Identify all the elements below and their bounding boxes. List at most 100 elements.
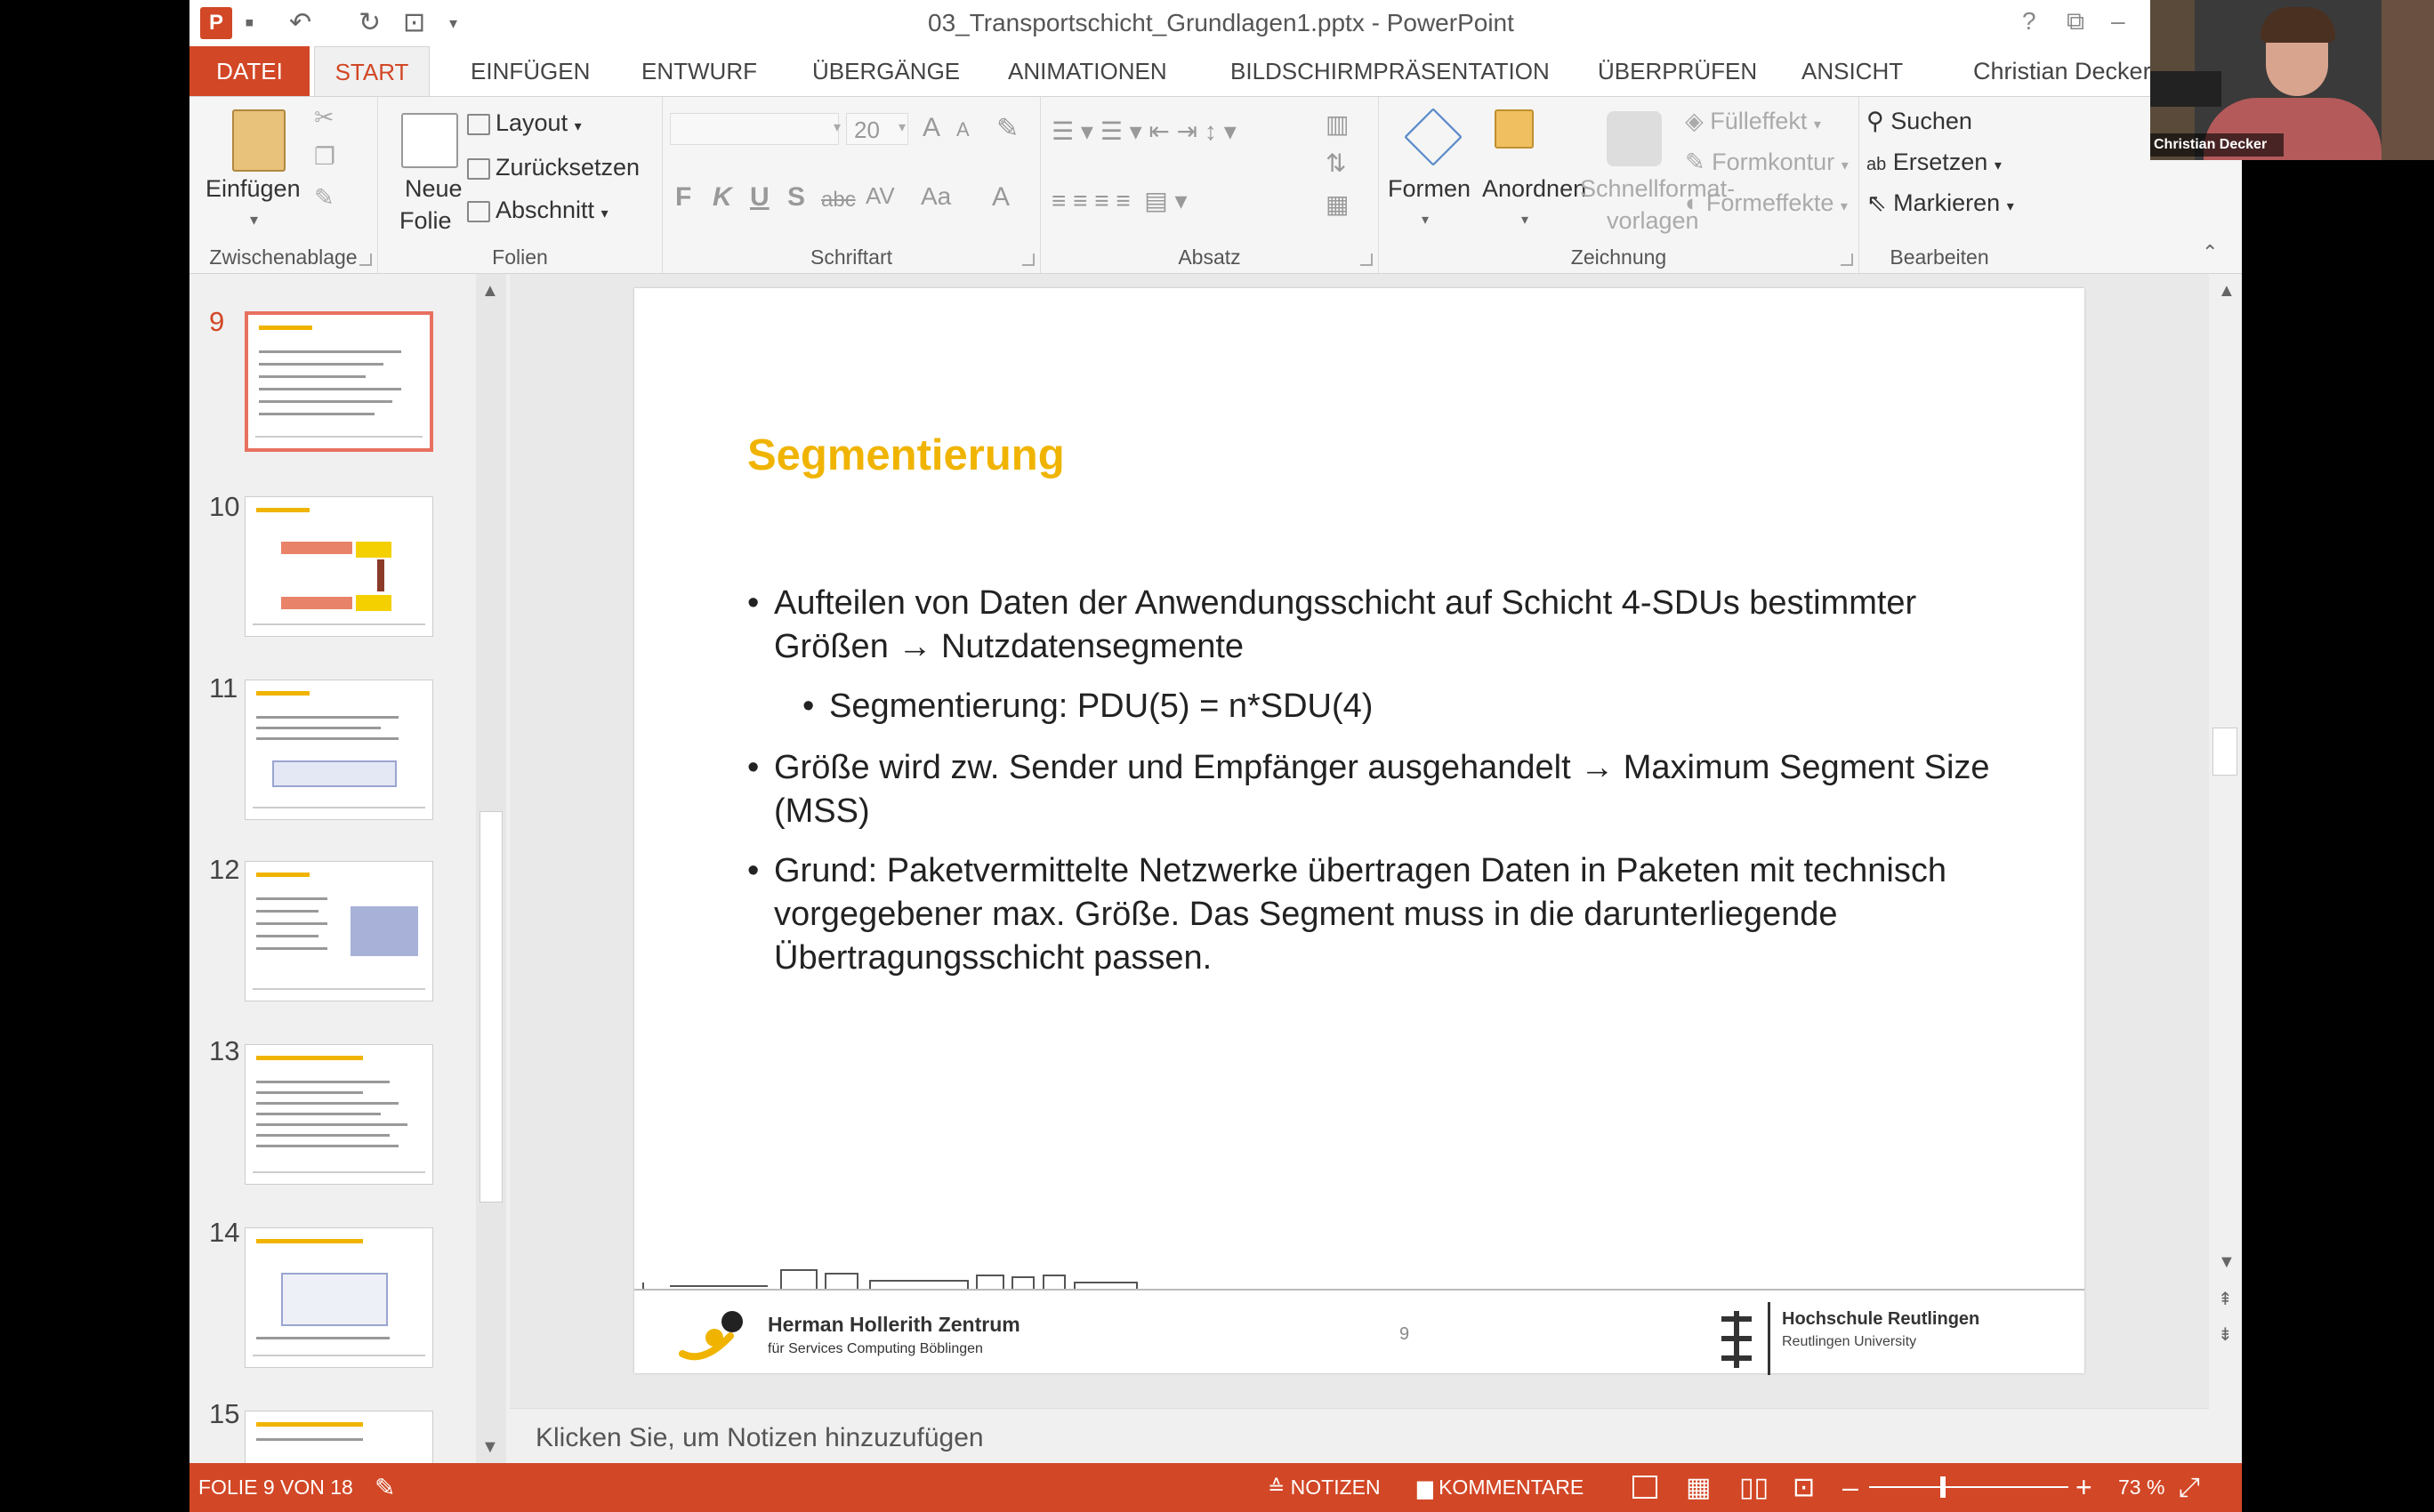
shadow-button[interactable]: S xyxy=(787,182,805,213)
replace-dropdown-icon[interactable]: ▾ xyxy=(1995,158,2002,173)
user-account[interactable]: Christian Decker xyxy=(1973,46,2151,97)
tab-file[interactable]: DATEI xyxy=(189,46,310,97)
text-direction-icon[interactable]: ⇅ xyxy=(1326,149,1346,178)
powerpoint-logo-icon[interactable]: P xyxy=(200,7,232,39)
notes-button[interactable]: ≙ NOTIZEN xyxy=(1268,1463,1381,1512)
slide-thumbnail[interactable] xyxy=(245,680,433,820)
grow-font-icon[interactable]: A xyxy=(923,113,940,143)
shrink-font-icon[interactable]: A xyxy=(956,118,970,141)
section-button[interactable]: Abschnitt xyxy=(496,197,594,223)
tab-design[interactable]: ENTWURF xyxy=(641,46,757,97)
replace-button[interactable]: Ersetzen xyxy=(1893,149,1988,175)
list-buttons-row[interactable]: ☰ ▾ ☰ ▾ ⇤ ⇥ ↕ ▾ xyxy=(1052,117,1237,146)
thumbnail-scrollbar[interactable]: ▲ ▼ xyxy=(476,274,506,1463)
smartart-icon[interactable]: ▦ xyxy=(1326,189,1349,219)
paste-button[interactable]: Einfügen xyxy=(206,175,301,203)
paragraph-dialog-launcher-icon[interactable] xyxy=(1360,253,1373,266)
zoom-out-icon[interactable]: – xyxy=(1842,1463,1858,1512)
bold-button[interactable]: F xyxy=(675,182,691,213)
save-icon[interactable]: ▪ xyxy=(245,7,254,39)
notes-pane[interactable]: Klicken Sie, um Notizen hinzuzufügen xyxy=(510,1408,2209,1463)
new-slide-button-line2[interactable]: Folie xyxy=(399,207,452,235)
shape-fill-button[interactable]: Fülleffekt xyxy=(1710,108,1807,134)
find-button[interactable]: Suchen xyxy=(1890,108,1972,134)
clipboard-dialog-launcher-icon[interactable] xyxy=(359,253,372,266)
tab-view[interactable]: ANSICHT xyxy=(1801,46,1903,97)
section-dropdown-icon[interactable]: ▾ xyxy=(601,206,608,221)
scrollbar-thumb[interactable] xyxy=(480,811,503,1202)
zoom-slider-handle[interactable] xyxy=(1940,1476,1946,1498)
font-color-button[interactable]: A xyxy=(992,182,1010,213)
slideshow-view-icon[interactable]: ⊡ xyxy=(1793,1463,1815,1512)
next-slide-icon[interactable]: ⇟ xyxy=(2218,1323,2233,1346)
tab-review[interactable]: ÜBERPRÜFEN xyxy=(1598,46,1757,97)
alignment-buttons-row[interactable]: ≡ ≡ ≡ ≡ ▤ ▾ xyxy=(1052,186,1188,215)
copy-icon[interactable]: ❐ xyxy=(314,143,335,171)
slide-title[interactable]: Segmentierung xyxy=(747,430,1065,480)
collapse-ribbon-icon[interactable]: ⌃ xyxy=(2202,241,2218,264)
slide-thumbnail[interactable] xyxy=(245,861,433,1001)
zoom-in-icon[interactable]: + xyxy=(2075,1463,2092,1512)
paste-dropdown-icon[interactable]: ▾ xyxy=(250,211,258,229)
slide-sorter-icon[interactable]: ▦ xyxy=(1686,1463,1711,1512)
font-name-dropdown-icon[interactable]: ▾ xyxy=(834,118,841,136)
fit-to-window-icon[interactable]: ⤢ xyxy=(2179,1463,2200,1512)
tab-animations[interactable]: ANIMATIONEN xyxy=(1008,46,1167,97)
character-spacing-button[interactable]: AV xyxy=(866,182,895,210)
shape-effects-dropdown-icon[interactable]: ▾ xyxy=(1841,199,1848,214)
font-name-field[interactable] xyxy=(670,113,839,145)
arrange-dropdown-icon[interactable]: ▾ xyxy=(1521,211,1528,229)
shape-outline-dropdown-icon[interactable]: ▾ xyxy=(1842,158,1849,173)
strikethrough-button[interactable]: abc xyxy=(821,188,856,213)
shape-outline-button[interactable]: Formkontur xyxy=(1712,149,1834,175)
shapes-dropdown-icon[interactable]: ▾ xyxy=(1422,211,1429,229)
ribbon-display-icon[interactable]: ⧉ xyxy=(2067,7,2084,36)
redo-icon[interactable]: ↻ xyxy=(359,7,381,39)
shape-fill-dropdown-icon[interactable]: ▾ xyxy=(1814,117,1821,133)
zoom-slider-track[interactable] xyxy=(1869,1486,2068,1488)
layout-dropdown-icon[interactable]: ▾ xyxy=(575,119,582,134)
font-size-dropdown-icon[interactable]: ▾ xyxy=(899,118,906,136)
reading-view-icon[interactable]: ▯▯ xyxy=(1739,1463,1769,1512)
slide-thumbnail[interactable] xyxy=(245,496,433,637)
underline-button[interactable]: U xyxy=(750,182,770,213)
customize-qat-icon[interactable]: ▾ xyxy=(449,7,457,39)
shapes-button[interactable]: Formen xyxy=(1388,175,1471,203)
scroll-down-icon[interactable]: ▼ xyxy=(481,1437,499,1458)
start-from-beginning-icon[interactable]: ⊡ xyxy=(403,7,425,39)
slide-scrollbar[interactable]: ▲ ▼ ⇞ ⇟ xyxy=(2209,274,2242,1463)
tab-slideshow[interactable]: BILDSCHIRMPRÄSENTATION xyxy=(1230,46,1550,97)
text-columns-icon[interactable]: ▥ xyxy=(1326,109,1349,139)
arrange-button[interactable]: Anordnen xyxy=(1482,175,1586,203)
tab-transitions[interactable]: ÜBERGÄNGE xyxy=(812,46,960,97)
comments-button[interactable]: ▆ KOMMENTARE xyxy=(1417,1463,1584,1512)
scroll-down-icon[interactable]: ▼ xyxy=(2218,1252,2236,1273)
normal-view-icon[interactable] xyxy=(1632,1476,1657,1499)
scroll-up-icon[interactable]: ▲ xyxy=(2218,281,2236,302)
new-slide-button-line1[interactable]: Neue xyxy=(405,175,463,203)
clear-formatting-icon[interactable]: ✎ xyxy=(996,113,1019,144)
slide-body[interactable]: Aufteilen von Daten der Anwendungsschich… xyxy=(747,582,2011,996)
shape-effects-button[interactable]: Formeffekte xyxy=(1706,189,1834,216)
italic-button[interactable]: K xyxy=(713,182,732,213)
cut-icon[interactable]: ✂ xyxy=(314,104,334,132)
change-case-button[interactable]: Aa xyxy=(921,182,951,211)
format-painter-icon[interactable]: ✎ xyxy=(314,184,334,212)
spellcheck-icon[interactable]: ✎ xyxy=(375,1463,395,1512)
help-icon[interactable]: ? xyxy=(2022,7,2036,36)
scrollbar-thumb[interactable] xyxy=(2212,728,2237,776)
tab-insert[interactable]: EINFÜGEN xyxy=(471,46,590,97)
previous-slide-icon[interactable]: ⇞ xyxy=(2218,1288,2233,1310)
reset-button[interactable]: Zurücksetzen xyxy=(496,154,640,181)
tab-start[interactable]: START xyxy=(314,46,430,97)
layout-button[interactable]: Layout xyxy=(496,109,568,136)
slide-thumbnail[interactable] xyxy=(245,1044,433,1185)
select-dropdown-icon[interactable]: ▾ xyxy=(2007,199,2014,214)
scroll-up-icon[interactable]: ▲ xyxy=(481,281,499,302)
slide-thumbnail[interactable] xyxy=(245,1227,433,1368)
drawing-dialog-launcher-icon[interactable] xyxy=(1841,253,1853,266)
minimize-icon[interactable]: – xyxy=(2111,7,2125,36)
zoom-level[interactable]: 73 % xyxy=(2118,1463,2164,1512)
slide-canvas[interactable]: Segmentierung Aufteilen von Daten der An… xyxy=(634,288,2084,1375)
undo-icon[interactable]: ↶ xyxy=(289,7,311,39)
